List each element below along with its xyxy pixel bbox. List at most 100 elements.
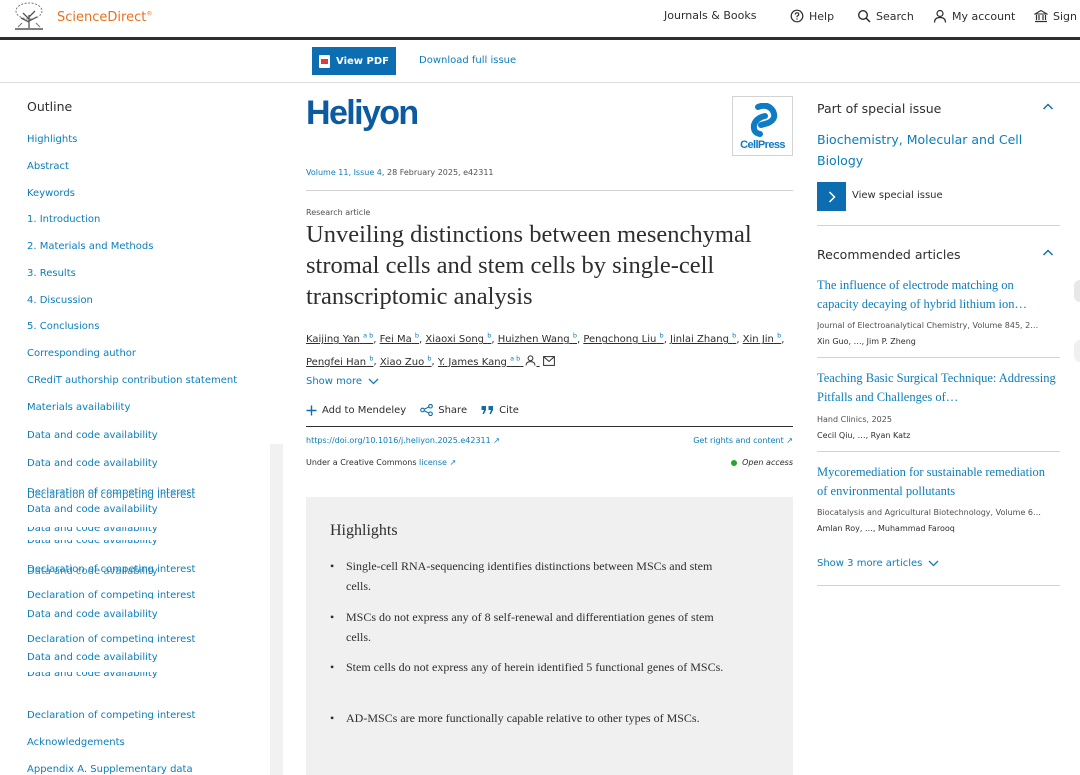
floating-widget-handle[interactable] <box>1074 340 1080 362</box>
share-button[interactable]: Share <box>420 404 467 416</box>
outline-item-overlap[interactable]: Data and code availability <box>27 527 158 534</box>
floating-widget-handle[interactable] <box>1074 280 1080 302</box>
recommended-article-title[interactable]: The influence of electrode matching on c… <box>817 276 1057 314</box>
author-name: Xin Jin <box>742 334 774 346</box>
user-icon <box>933 9 947 23</box>
show-more-authors-button[interactable]: Show more <box>306 376 379 387</box>
view-pdf-label: View PDF <box>336 55 389 67</box>
outline-item[interactable]: Acknowledgements <box>27 737 125 748</box>
author-link[interactable]: Xiaoxi Song b <box>425 332 492 345</box>
author-affil: a b <box>363 332 374 340</box>
divider <box>306 426 793 427</box>
volume-info: Volume 11, Issue 4, 28 February 2025, e4… <box>306 168 494 177</box>
plus-icon <box>306 405 317 415</box>
outline-item[interactable]: Materials availability <box>27 402 130 413</box>
author-link[interactable]: Fei Ma b <box>380 332 419 345</box>
special-issue-link[interactable]: Biochemistry, Molecular and Cell Biology <box>817 129 1047 171</box>
outline-item[interactable]: 5. Conclusions <box>27 321 99 332</box>
article-title: Unveiling distinctions between mesenchym… <box>306 221 752 310</box>
author-link[interactable]: Y. James Kang a b <box>437 354 555 368</box>
outline-item-overlap[interactable]: Declaration of competing interest <box>27 634 195 643</box>
outline-item[interactable]: Appendix A. Supplementary data <box>27 764 193 775</box>
get-rights-link[interactable]: Get rights and content ↗ <box>693 436 793 445</box>
author-affil: b <box>369 354 374 363</box>
elsevier-tree-logo-icon[interactable] <box>12 1 46 31</box>
highlights-heading: Highlights <box>330 522 398 539</box>
outline-item[interactable]: Highlights <box>27 134 77 145</box>
search-link[interactable]: Search <box>857 9 914 23</box>
sign-in-label: Sign in <box>1053 9 1080 23</box>
outline-item[interactable]: Data and code availability <box>27 458 158 469</box>
journals-books-link[interactable]: Journals & Books <box>664 9 756 22</box>
author-link[interactable]: Huizhen Wang b <box>498 332 577 345</box>
author-affil: b <box>487 332 492 340</box>
outline-item[interactable]: Declaration of competing interest <box>27 710 195 721</box>
journal-title[interactable]: Heliyon <box>306 94 419 133</box>
recommended-article-title[interactable]: Mycoremediation for sustainable remediat… <box>817 463 1057 501</box>
view-special-issue-button[interactable] <box>817 182 846 211</box>
cite-button[interactable]: Cite <box>481 405 519 416</box>
highlight-item: • MSCs do not express any of 8 self-renew… <box>330 607 730 647</box>
cellpress-logo[interactable]: CellPress <box>732 96 793 156</box>
outline-item[interactable]: CRediT authorship contribution statement <box>27 375 237 386</box>
outline-item-overlap[interactable]: Data and code availability <box>27 566 158 577</box>
author-link[interactable]: Jinlai Zhang b <box>670 332 736 345</box>
add-to-mendeley-button[interactable]: Add to Mendeley <box>306 405 406 416</box>
highlight-text: Single-cell RNA-sequencing identifies di… <box>346 559 713 593</box>
author-name: Pengfei Han <box>306 356 367 368</box>
chevron-up-icon[interactable] <box>1042 247 1054 259</box>
author-link[interactable]: Xin Jin b <box>742 332 782 346</box>
outline-item[interactable]: 3. Results <box>27 268 76 279</box>
outline-scrollbar[interactable] <box>270 444 283 775</box>
volume-link[interactable]: Volume 11, Issue 4 <box>306 168 382 177</box>
outline-item[interactable]: 4. Discussion <box>27 295 93 306</box>
pdf-icon <box>319 54 331 68</box>
recommended-article-title[interactable]: Teaching Basic Surgical Technique: Addre… <box>817 369 1057 407</box>
author-affil: a b <box>510 354 521 363</box>
outline-item[interactable]: Data and code availability <box>27 652 158 663</box>
highlight-item: • Single-cell RNA-sequencing identifies d… <box>330 556 730 596</box>
outline-item[interactable]: Data and code availability <box>27 609 158 620</box>
brand-mark: ® <box>146 10 153 18</box>
outline-item-overlap[interactable]: Declaration of competing interest <box>27 590 195 599</box>
author-name: Y. James Kang <box>437 356 507 368</box>
open-access-badge: Open access <box>731 458 793 467</box>
outline-item[interactable]: Corresponding author <box>27 348 136 359</box>
outline-item[interactable]: Keywords <box>27 188 75 199</box>
doi-link[interactable]: https://doi.org/10.1016/j.heliyon.2025.e… <box>306 436 500 445</box>
external-link-icon: ↗ <box>786 436 793 445</box>
license-link[interactable]: license ↗ <box>419 458 456 467</box>
view-special-issue-label[interactable]: View special issue <box>852 190 943 201</box>
outline-item-overlap[interactable]: Data and code availability <box>27 672 158 679</box>
author-link[interactable]: Pengchong Liu b <box>583 332 663 345</box>
outline-item[interactable]: Data and code availability <box>27 504 158 515</box>
highlight-text: Stem cells do not express any of herein … <box>346 660 724 674</box>
my-account-link[interactable]: My account <box>933 9 1015 23</box>
sign-in-link[interactable]: Sign in <box>1034 9 1080 23</box>
author-affil: b <box>777 332 782 340</box>
outline-item[interactable]: 1. Introduction <box>27 214 100 225</box>
chevron-up-icon[interactable] <box>1042 101 1054 113</box>
help-label: Help <box>809 9 835 23</box>
author-link[interactable]: Pengfei Han b <box>306 354 374 368</box>
rights-text: Get rights and content <box>693 436 784 445</box>
author-link[interactable]: Xiao Zuo b <box>380 354 432 367</box>
outline-item-overlap[interactable]: Data and code availability <box>27 540 158 548</box>
help-link[interactable]: Help <box>790 9 834 23</box>
highlight-text: AD-MSCs are more functionally capable re… <box>346 711 700 725</box>
outline-item[interactable]: Data and code availability <box>27 430 158 441</box>
view-pdf-button[interactable]: View PDF <box>312 47 396 75</box>
brand-logo[interactable]: ScienceDirect® <box>57 10 152 25</box>
author-link[interactable]: Kaijing Yan a b <box>306 332 374 345</box>
show-more-articles-button[interactable]: Show 3 more articles <box>817 558 939 569</box>
institution-icon <box>1034 9 1048 23</box>
divider <box>817 585 1060 586</box>
outline-item[interactable]: Abstract <box>27 161 69 172</box>
license-prefix: Under a Creative Commons <box>306 458 420 467</box>
outline-item[interactable]: Declaration of competing interest <box>27 490 195 501</box>
chevron-down-icon <box>368 378 379 385</box>
outline-item[interactable]: 2. Materials and Methods <box>27 241 153 252</box>
cellpress-mark-icon <box>750 103 778 137</box>
email-icon <box>542 355 555 366</box>
download-full-issue-link[interactable]: Download full issue <box>419 55 516 66</box>
